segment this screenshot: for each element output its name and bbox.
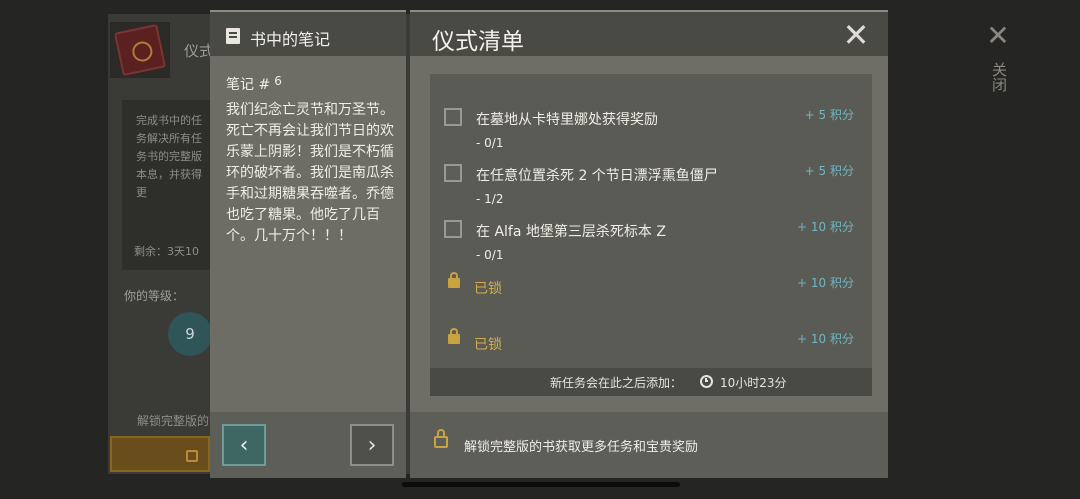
notes-header: 书中的笔记 (210, 10, 406, 56)
task-item[interactable]: 在任意位置杀死 2 个节日漂浮熏鱼僵尸 - 1/2 + 5 积分 (430, 150, 872, 206)
locked-task-item: 已锁 + 10 积分 (430, 262, 872, 318)
locked-text: 已锁 (474, 281, 502, 297)
ritual-header: 仪式清单 ✕ (410, 10, 888, 56)
prev-note-button[interactable]: ‹ (222, 424, 266, 466)
notes-panel: 书中的笔记 笔记 #6 我们纪念亡灵节和万圣节。死亡不再会让我们节日的欢乐蒙上阴… (210, 10, 406, 478)
unlock-full-version-text: 解锁完整版的书获取更多任务和宝贵奖励 (464, 440, 699, 455)
level-label: 你的等级： (124, 289, 185, 303)
task-points: + 5 积分 (804, 108, 854, 122)
chevron-left-icon: ‹ (239, 432, 249, 458)
new-task-timer: 新任务会在此之后添加： 10小时23分 (430, 368, 872, 396)
side-close-label: 关闭 (990, 62, 1008, 92)
close-icon: ✕ (986, 19, 1010, 52)
level-badge: 9 (168, 312, 212, 356)
ritual-title: 仪式清单 (432, 29, 524, 55)
chevron-right-icon: › (367, 432, 377, 458)
task-points: + 10 积分 (797, 276, 854, 290)
background-card-text: 完成书中的任务解决所有任务书的完整版本息，并获得更 (136, 114, 202, 199)
task-checkbox[interactable] (444, 164, 462, 182)
remaining-time: 剩余：3天10 (134, 245, 199, 258)
lock-icon (448, 328, 460, 344)
note-number: 笔记 #6 (226, 74, 282, 94)
task-text: 在墓地从卡特里娜处获得奖励 (476, 112, 658, 128)
task-item[interactable]: 在墓地从卡特里娜处获得奖励 - 0/1 + 5 积分 (430, 94, 872, 150)
unlock-full-version-bar[interactable]: 解锁完整版的书获取更多任务和宝贵奖励 (410, 412, 888, 478)
locked-text: 已锁 (474, 337, 502, 353)
locked-task-item: 已锁 + 10 积分 (430, 318, 872, 374)
book-icon (113, 23, 167, 77)
notes-title: 书中的笔记 (250, 30, 331, 49)
lock-icon (186, 450, 198, 462)
note-number-label: 笔记 # (226, 77, 271, 93)
lock-icon (448, 272, 460, 288)
task-list: 在墓地从卡特里娜处获得奖励 - 0/1 + 5 积分 在任意位置杀死 2 个节日… (430, 74, 872, 396)
task-text: 在 Alfa 地堡第三层杀死标本 Z (476, 224, 666, 240)
background-unlock-button (110, 436, 210, 472)
next-note-button[interactable]: › (350, 424, 394, 466)
book-thumbnail (110, 22, 170, 78)
task-item[interactable]: 在 Alfa 地堡第三层杀死标本 Z - 0/1 + 10 积分 (430, 206, 872, 262)
task-progress: - 0/1 (476, 248, 504, 262)
close-button[interactable]: ✕ (838, 18, 874, 54)
clock-icon (700, 375, 713, 388)
background-unlock-text: 解锁完整版的 (137, 414, 210, 428)
close-icon: ✕ (842, 16, 870, 54)
note-body: 我们纪念亡灵节和万圣节。死亡不再会让我们节日的欢乐蒙上阴影！我们是不朽循环的破坏… (226, 102, 394, 244)
task-progress: - 0/1 (476, 136, 504, 150)
new-task-time: 10小时23分 (720, 376, 787, 390)
note-number-value: 6 (274, 74, 282, 88)
side-close-button[interactable]: ✕ 关闭 (984, 22, 1012, 112)
task-points: + 5 积分 (804, 164, 854, 178)
task-progress: - 1/2 (476, 192, 504, 206)
task-points: + 10 积分 (797, 332, 854, 346)
new-task-label: 新任务会在此之后添加： (550, 376, 683, 390)
task-points: + 10 积分 (797, 220, 854, 234)
unlock-icon (434, 429, 448, 448)
task-checkbox[interactable] (444, 220, 462, 238)
notes-footer: ‹ › (210, 412, 406, 478)
task-text: 在任意位置杀死 2 个节日漂浮熏鱼僵尸 (476, 168, 718, 184)
task-checkbox[interactable] (444, 108, 462, 126)
ritual-panel: 仪式清单 ✕ 在墓地从卡特里娜处获得奖励 - 0/1 + 5 积分 在任意位置杀… (410, 10, 888, 478)
note-icon (226, 28, 240, 44)
home-indicator (402, 482, 680, 487)
